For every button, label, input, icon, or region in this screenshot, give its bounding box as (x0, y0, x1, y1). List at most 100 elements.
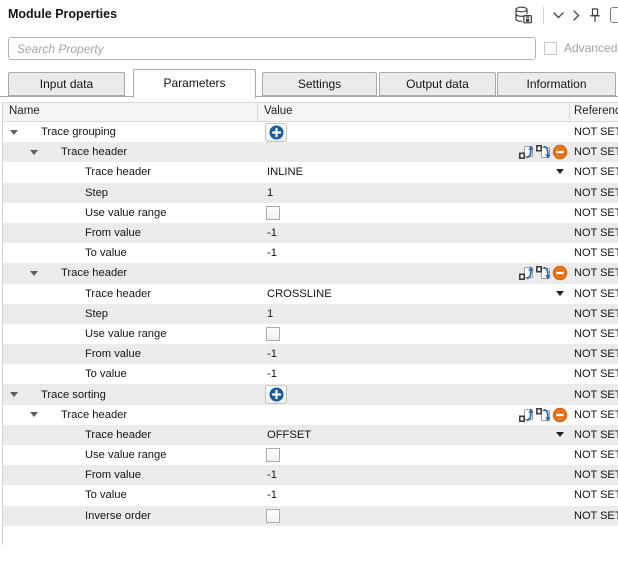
table-row[interactable]: Trace header NOT SET (3, 405, 618, 425)
row-label: From value (85, 227, 141, 239)
expander-icon[interactable] (10, 392, 18, 401)
expander-icon[interactable] (10, 130, 18, 139)
row-value-cell: -1 (257, 465, 569, 485)
row-label: To value (85, 489, 127, 501)
expander-icon[interactable] (30, 271, 38, 280)
row-name-cell: Trace sorting (3, 384, 257, 404)
chevron-down-icon[interactable] (553, 12, 564, 19)
value-checkbox[interactable] (266, 206, 280, 220)
duplicate-up-icon[interactable] (518, 144, 534, 160)
value-text[interactable]: -1 (267, 489, 277, 501)
table-row[interactable]: From value-1NOT SET (3, 223, 618, 243)
row-name-cell: From value (3, 344, 257, 364)
reference-status: NOT SET (569, 243, 618, 263)
remove-icon[interactable] (552, 265, 568, 281)
column-divider[interactable] (569, 103, 570, 121)
table-row[interactable]: Trace headerOFFSET NOT SET (3, 425, 618, 445)
row-label: Trace sorting (41, 389, 106, 401)
duplicate-up-icon[interactable] (518, 265, 534, 281)
search-input[interactable] (8, 37, 536, 60)
table-row[interactable]: To value -1 NOT SET (3, 485, 618, 505)
table-row[interactable]: Inverse orderNOT SET (3, 506, 618, 526)
row-name-cell: Step (3, 304, 257, 324)
table-row[interactable]: From value-1NOT SET (3, 465, 618, 485)
table-row[interactable]: To value-1NOT SET (3, 243, 618, 263)
value-text[interactable]: CROSSLINE (267, 288, 332, 300)
reference-status: NOT SET (569, 384, 618, 404)
value-text[interactable]: -1 (267, 348, 277, 360)
dropdown-arrow-icon[interactable] (556, 432, 564, 441)
remove-icon[interactable] (552, 144, 568, 160)
row-value-cell (257, 445, 569, 465)
row-name-cell: Trace grouping (3, 122, 257, 142)
table-row[interactable]: Trace header NOT SET (3, 142, 618, 162)
plus-icon (269, 125, 284, 140)
table-row[interactable]: Use value rangeNOT SET (3, 445, 618, 465)
row-label: Step (85, 187, 108, 199)
row-label: To value (85, 368, 127, 380)
value-checkbox[interactable] (266, 448, 280, 462)
tab-output-data[interactable]: Output data (379, 72, 496, 96)
database-save-icon[interactable] (513, 5, 534, 25)
table-row[interactable]: Trace headerINLINE NOT SET (3, 162, 618, 182)
value-text[interactable]: -1 (267, 469, 277, 481)
value-text[interactable]: OFFSET (267, 429, 311, 441)
grid-rows: Trace grouping NOT SETTrace header NOT S… (3, 122, 618, 526)
value-text[interactable]: -1 (267, 368, 277, 380)
remove-icon[interactable] (552, 407, 568, 423)
page-title: Module Properties (8, 7, 117, 21)
table-row[interactable]: Trace header NOT SET (3, 263, 618, 283)
value-checkbox[interactable] (266, 327, 280, 341)
dropdown-arrow-icon[interactable] (556, 169, 564, 178)
add-item-button[interactable] (265, 385, 287, 404)
table-row[interactable]: From value-1NOT SET (3, 344, 618, 364)
column-divider[interactable] (257, 103, 258, 121)
row-value-cell: CROSSLINE (257, 284, 569, 304)
row-label: Trace header (85, 288, 151, 300)
chevron-right-icon[interactable] (573, 10, 580, 21)
table-row[interactable]: Step1NOT SET (3, 183, 618, 203)
value-checkbox[interactable] (266, 509, 280, 523)
row-value-cell: -1 (257, 344, 569, 364)
column-header-value[interactable]: Value (264, 105, 293, 117)
row-label: Use value range (85, 449, 166, 461)
table-row[interactable]: To value-1NOT SET (3, 364, 618, 384)
row-name-cell: To value (3, 485, 257, 505)
dropdown-arrow-icon[interactable] (556, 291, 564, 300)
table-row[interactable]: Trace sorting NOT SET (3, 384, 618, 404)
column-header-name[interactable]: Name (9, 105, 40, 117)
value-text[interactable]: INLINE (267, 166, 303, 178)
add-item-button[interactable] (265, 123, 287, 142)
pin-icon[interactable] (589, 8, 601, 23)
reference-status: NOT SET (569, 405, 618, 425)
table-row[interactable]: Trace headerCROSSLINE NOT SET (3, 284, 618, 304)
duplicate-down-icon[interactable] (535, 407, 551, 423)
duplicate-down-icon[interactable] (535, 144, 551, 160)
expander-icon[interactable] (30, 150, 38, 159)
value-text[interactable]: -1 (267, 247, 277, 259)
group-actions (518, 265, 568, 281)
duplicate-down-icon[interactable] (535, 265, 551, 281)
reference-status: NOT SET (569, 485, 618, 505)
toolbar-separator (543, 7, 544, 24)
table-row[interactable]: Use value rangeNOT SET (3, 203, 618, 223)
tab-information[interactable]: Information (497, 72, 616, 96)
column-header-reference[interactable]: Reference (574, 105, 618, 117)
tab-input-data[interactable]: Input data (8, 72, 125, 96)
row-value-cell (257, 122, 569, 142)
clipped-panel-icon[interactable] (610, 7, 618, 23)
row-name-cell: From value (3, 223, 257, 243)
table-row[interactable]: Use value rangeNOT SET (3, 324, 618, 344)
row-name-cell: Inverse order (3, 506, 257, 526)
value-text[interactable]: 1 (267, 187, 273, 199)
advanced-checkbox[interactable] (544, 42, 557, 55)
value-text[interactable]: -1 (267, 227, 277, 239)
reference-status: NOT SET (569, 142, 618, 162)
table-row[interactable]: Trace grouping NOT SET (3, 122, 618, 142)
value-text[interactable]: 1 (267, 308, 273, 320)
duplicate-up-icon[interactable] (518, 407, 534, 423)
tab-parameters[interactable]: Parameters (133, 69, 256, 98)
table-row[interactable]: Step1NOT SET (3, 304, 618, 324)
expander-icon[interactable] (30, 412, 38, 421)
tab-settings[interactable]: Settings (262, 72, 377, 96)
